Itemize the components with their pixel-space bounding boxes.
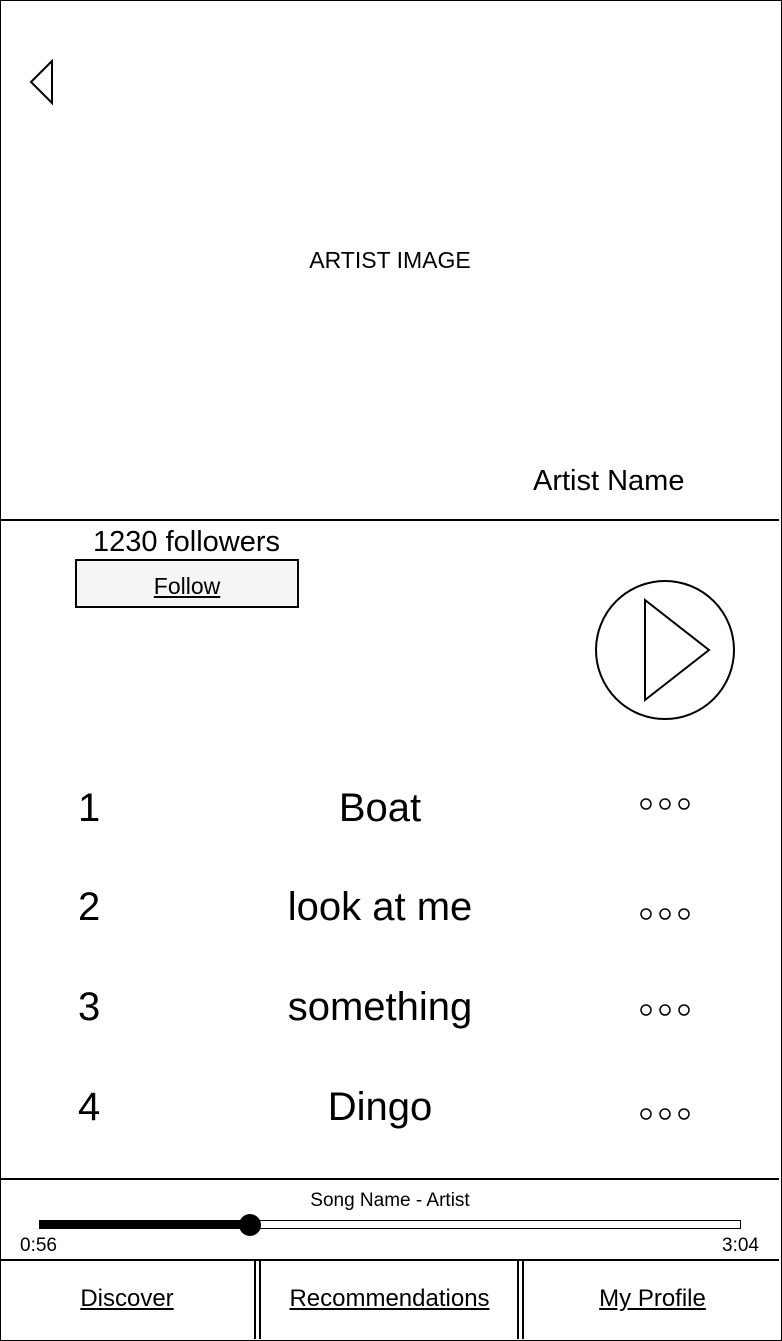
song-number: 2 [78,885,101,929]
tab-recommendations[interactable]: Recommendations [263,1259,516,1339]
artist-image: ARTIST IMAGE Artist Name [1,1,779,521]
total-duration: 3:04 [722,1235,759,1256]
song-number: 1 [78,786,101,830]
back-icon[interactable] [29,58,55,106]
bottom-tab-bar: Discover Recommendations My Profile [1,1259,779,1339]
song-number: 3 [78,985,101,1029]
song-title: Dingo [327,1085,433,1129]
tab-discover[interactable]: Discover [1,1259,253,1339]
song-number: 4 [78,1085,101,1129]
song-title: Boat [338,786,422,830]
play-button[interactable] [594,579,736,721]
artist-name: Artist Name [533,465,685,497]
song-title: something [287,985,473,1029]
tab-divider [254,1259,261,1339]
progress-thumb[interactable] [239,1214,261,1236]
tab-my-profile[interactable]: My Profile [526,1259,779,1339]
more-options-icon[interactable] [638,907,694,921]
song-title: look at me [287,885,473,929]
play-icon [595,580,735,720]
more-options-icon[interactable] [638,1107,694,1121]
artist-image-label: ARTIST IMAGE [309,247,471,273]
tab-divider [517,1259,524,1339]
follower-count: 1230 followers [93,526,280,558]
mini-player: Song Name - Artist 0:56 3:04 [1,1178,779,1261]
follow-button[interactable]: Follow [75,559,299,608]
now-playing-label: Song Name - Artist [310,1190,470,1211]
more-options-icon[interactable] [638,1003,694,1017]
more-options-icon[interactable] [638,797,694,811]
elapsed-time: 0:56 [20,1235,57,1256]
progress-fill [39,1220,250,1229]
